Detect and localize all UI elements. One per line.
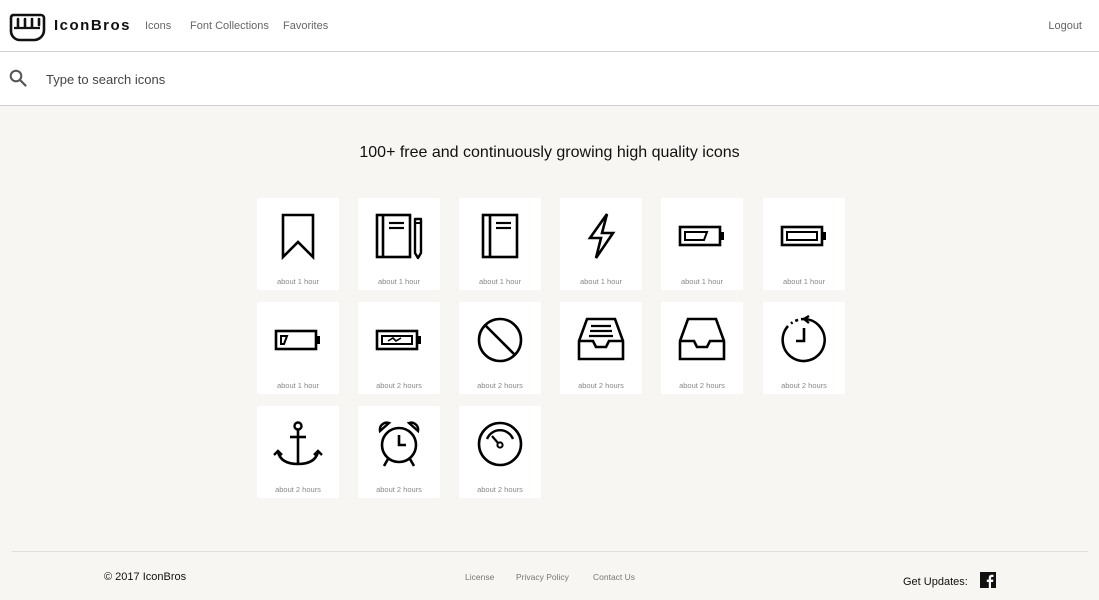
icon-updated-time: about 1 hour [680,277,724,286]
footer-link-license[interactable]: License [465,572,494,582]
brand-name[interactable]: IconBros [54,17,131,34]
icon-updated-time: about 2 hours [376,485,422,494]
icon-updated-time: about 1 hour [782,277,826,286]
forbidden-icon [477,317,523,363]
icon-updated-time: about 1 hour [276,381,320,390]
copyright-text: © 2017 IconBros [104,571,187,583]
logout-link[interactable]: Logout [1048,20,1082,32]
icon-card[interactable]: about 1 hour [560,198,642,290]
icon-updated-time: about 2 hours [477,485,523,494]
anchor-icon [273,421,323,466]
icon-card[interactable]: about 2 hours [763,302,845,394]
icon-card[interactable]: about 2 hours [560,302,642,394]
battery-low-icon [274,329,320,351]
search-input[interactable] [40,64,652,94]
footer-divider [12,551,1088,552]
icon-updated-time: about 1 hour [478,277,522,286]
nav-favorites[interactable]: Favorites [283,20,328,32]
battery-full-icon [780,225,826,247]
icon-card[interactable]: about 1 hour [257,302,339,394]
icon-card[interactable]: about 1 hour [763,198,845,290]
get-updates-label: Get Updates: [903,576,968,588]
icon-card[interactable]: about 1 hour [661,198,743,290]
inbox-full-icon [577,317,625,361]
search-bar [0,52,1099,106]
footer-link-contact-us[interactable]: Contact Us [593,572,635,582]
search-icon[interactable] [9,69,27,87]
lightning-icon [587,213,616,259]
gauge-icon [477,421,523,467]
icon-updated-time: about 2 hours [578,381,624,390]
top-navbar: IconBros Icons Font Collections Favorite… [0,0,1099,52]
clock-history-icon [781,315,826,363]
alarm-clock-icon [378,421,420,467]
notebook-pencil-icon [375,213,423,260]
page-headline: 100+ free and continuously growing high … [359,144,740,161]
nav-icons[interactable]: Icons [145,20,171,32]
icon-updated-time: about 2 hours [275,485,321,494]
battery-charging-icon [375,329,421,351]
nav-font-collections[interactable]: Font Collections [190,20,269,32]
icon-updated-time: about 2 hours [376,381,422,390]
notebook-icon [481,213,519,259]
icon-updated-time: about 1 hour [579,277,623,286]
icon-updated-time: about 2 hours [477,381,523,390]
icon-updated-time: about 2 hours [781,381,827,390]
facebook-icon[interactable] [980,572,996,588]
fist-logo-icon[interactable] [9,11,46,42]
icon-card[interactable]: about 2 hours [459,406,541,498]
icon-card[interactable]: about 1 hour [459,198,541,290]
battery-half-icon [678,225,724,247]
icon-card[interactable]: about 2 hours [257,406,339,498]
icon-updated-time: about 2 hours [679,381,725,390]
icon-card[interactable]: about 2 hours [661,302,743,394]
icon-card[interactable]: about 1 hour [358,198,440,290]
icon-updated-time: about 1 hour [377,277,421,286]
icon-card[interactable]: about 2 hours [459,302,541,394]
icon-updated-time: about 1 hour [276,277,320,286]
icon-card[interactable]: about 1 hour [257,198,339,290]
footer-link-privacy-policy[interactable]: Privacy Policy [516,572,569,582]
inbox-empty-icon [678,317,726,361]
icon-card[interactable]: about 2 hours [358,302,440,394]
bookmark-icon [281,213,315,261]
icon-card[interactable]: about 2 hours [358,406,440,498]
